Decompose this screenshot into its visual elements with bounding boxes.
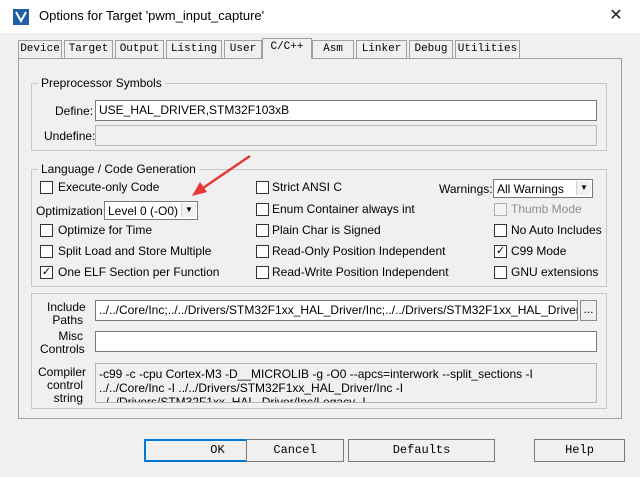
plain-char-label[interactable]: Plain Char is Signed	[272, 223, 381, 237]
enum-container-label[interactable]: Enum Container always int	[272, 202, 415, 216]
optimize-time-checkbox[interactable]	[40, 224, 53, 237]
split-load-label[interactable]: Split Load and Store Multiple	[58, 244, 211, 258]
chevron-down-icon[interactable]: ▼	[181, 203, 196, 217]
close-button[interactable]: ✕	[602, 4, 630, 28]
rw-pi-label[interactable]: Read-Write Position Independent	[272, 265, 449, 279]
tab-linker[interactable]: Linker	[356, 40, 407, 58]
include-label-1: Include	[47, 300, 86, 314]
strict-ansi-checkbox[interactable]	[256, 181, 269, 194]
compiler-label-2: control	[46, 378, 83, 392]
misc-controls-field[interactable]	[95, 331, 597, 352]
tab-listing[interactable]: Listing	[166, 40, 222, 58]
no-auto-includes-label[interactable]: No Auto Includes	[511, 223, 602, 237]
include-label-2: Paths	[52, 313, 83, 327]
optimize-time-label[interactable]: Optimize for Time	[58, 223, 152, 237]
c99-mode-label[interactable]: C99 Mode	[511, 244, 566, 258]
include-paths-field[interactable]: ../../Core/Inc;../../Drivers/STM32F1xx_H…	[95, 300, 578, 321]
strict-ansi-label[interactable]: Strict ANSI C	[272, 180, 342, 194]
thumb-mode-checkbox	[494, 203, 507, 216]
warnings-select[interactable]: All Warnings ▼	[493, 179, 593, 198]
plain-char-checkbox[interactable]	[256, 224, 269, 237]
no-auto-includes-checkbox[interactable]	[494, 224, 507, 237]
tab-strip: Device Target Output Listing User C/C++ …	[18, 38, 538, 59]
tab-debug[interactable]: Debug	[409, 40, 453, 58]
tab-user[interactable]: User	[224, 40, 262, 58]
execute-only-label[interactable]: Execute-only Code	[58, 180, 159, 194]
warnings-label: Warnings:	[439, 182, 493, 196]
help-button[interactable]: Help	[534, 439, 625, 462]
one-elf-checkbox[interactable]: ✓	[40, 266, 53, 279]
window-title: Options for Target 'pwm_input_capture'	[39, 8, 265, 23]
optimization-label: Optimization:	[36, 204, 107, 218]
one-elf-label[interactable]: One ELF Section per Function	[58, 265, 219, 279]
c99-mode-checkbox[interactable]: ✓	[494, 245, 507, 258]
chevron-down-icon[interactable]: ▼	[576, 181, 591, 195]
tab-device[interactable]: Device	[18, 40, 62, 58]
language-legend: Language / Code Generation	[38, 162, 199, 176]
warnings-value: All Warnings	[497, 182, 564, 196]
ro-pi-label[interactable]: Read-Only Position Independent	[272, 244, 445, 258]
undefine-field[interactable]	[95, 125, 597, 146]
thumb-mode-label: Thumb Mode	[511, 202, 582, 216]
rw-pi-checkbox[interactable]	[256, 266, 269, 279]
enum-container-checkbox[interactable]	[256, 203, 269, 216]
undefine-label: Undefine:	[44, 129, 96, 143]
preprocessor-legend: Preprocessor Symbols	[38, 76, 165, 90]
optimization-value: Level 0 (-O0)	[108, 204, 179, 218]
compiler-label-1: Compiler	[38, 365, 87, 379]
ro-pi-checkbox[interactable]	[256, 245, 269, 258]
keil-app-icon	[13, 9, 29, 25]
define-field[interactable]: USE_HAL_DRIVER,STM32F103xB	[95, 100, 597, 121]
gnu-extensions-label[interactable]: GNU extensions	[511, 265, 598, 279]
optimization-select[interactable]: Level 0 (-O0) ▼	[104, 201, 198, 220]
misc-label-2: Controls	[40, 342, 85, 356]
compiler-control-string: -c99 -c -cpu Cortex-M3 -D__MICROLIB -g -…	[95, 363, 597, 403]
define-label: Define:	[55, 104, 94, 118]
execute-only-checkbox[interactable]	[40, 181, 53, 194]
misc-label-1: Misc	[58, 329, 83, 343]
tab-asm[interactable]: Asm	[312, 40, 354, 58]
tab-utilities[interactable]: Utilities	[455, 40, 520, 58]
compiler-label-3: string	[53, 391, 83, 405]
browse-include-button[interactable]: ...	[580, 300, 597, 321]
tab-target[interactable]: Target	[64, 40, 113, 58]
tab-output[interactable]: Output	[115, 40, 164, 58]
split-load-checkbox[interactable]	[40, 245, 53, 258]
defaults-button[interactable]: Defaults	[348, 439, 495, 462]
cancel-button[interactable]: Cancel	[246, 439, 344, 462]
tab-c-cpp[interactable]: C/C++	[262, 38, 312, 59]
gnu-extensions-checkbox[interactable]	[494, 266, 507, 279]
